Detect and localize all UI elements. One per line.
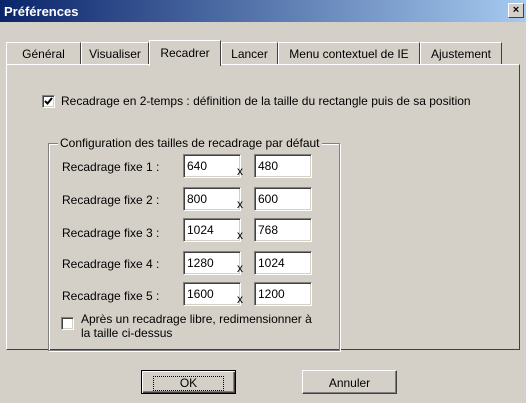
crop-height-input[interactable] xyxy=(254,251,312,275)
ok-button[interactable]: OK xyxy=(141,370,236,394)
tab-recadrer[interactable]: Recadrer xyxy=(149,40,221,66)
tab-visualiser[interactable]: Visualiser xyxy=(81,42,149,64)
crop-row-label: Recadrage fixe 5 : xyxy=(62,289,160,303)
size-separator: x xyxy=(237,164,243,178)
crop-height-input[interactable] xyxy=(254,154,312,178)
resize-after-crop-label: Après un recadrage libre, redimensionner… xyxy=(81,312,312,340)
crop-row-label: Recadrage fixe 2 : xyxy=(62,193,160,207)
size-separator: x xyxy=(237,292,243,306)
two-step-label: Recadrage en 2-temps : définition de la … xyxy=(61,94,471,108)
tab-ajustement[interactable]: Ajustement xyxy=(420,42,502,64)
cancel-button[interactable]: Annuler xyxy=(302,370,397,394)
tab-lancer[interactable]: Lancer xyxy=(221,42,278,64)
tab-general[interactable]: Général xyxy=(6,42,81,64)
resize-after-crop-label-line1: Après un recadrage libre, redimensionner… xyxy=(81,312,312,326)
tab-menu-contextuel[interactable]: Menu contextuel de IE xyxy=(278,42,420,64)
size-separator: x xyxy=(237,197,243,211)
title-bar: Préférences × xyxy=(0,0,526,22)
crop-sizes-group-title: Configuration des tailles de recadrage p… xyxy=(58,136,322,150)
crop-height-input[interactable] xyxy=(254,218,312,242)
crop-width-input[interactable] xyxy=(183,251,241,275)
crop-height-input[interactable] xyxy=(254,187,312,211)
crop-height-input[interactable] xyxy=(254,282,312,306)
tab-strip: Général Visualiser Recadrer Lancer Menu … xyxy=(6,40,526,66)
two-step-checkbox[interactable] xyxy=(42,95,55,108)
checkmark-icon xyxy=(44,97,53,105)
crop-width-input[interactable] xyxy=(183,187,241,211)
crop-row-label: Recadrage fixe 4 : xyxy=(62,257,160,271)
size-separator: x xyxy=(237,261,243,275)
resize-after-crop-checkbox[interactable] xyxy=(61,317,74,330)
crop-width-input[interactable] xyxy=(183,218,241,242)
close-icon[interactable]: × xyxy=(508,3,524,18)
crop-width-input[interactable] xyxy=(183,154,241,178)
resize-after-crop-label-line2: la taille ci-dessus xyxy=(81,326,173,340)
crop-row-label: Recadrage fixe 1 : xyxy=(62,160,160,174)
window-title: Préférences xyxy=(4,4,79,19)
crop-width-input[interactable] xyxy=(183,282,241,306)
ok-button-label: OK xyxy=(152,376,225,391)
crop-row-label: Recadrage fixe 3 : xyxy=(62,226,160,240)
size-separator: x xyxy=(237,228,243,242)
